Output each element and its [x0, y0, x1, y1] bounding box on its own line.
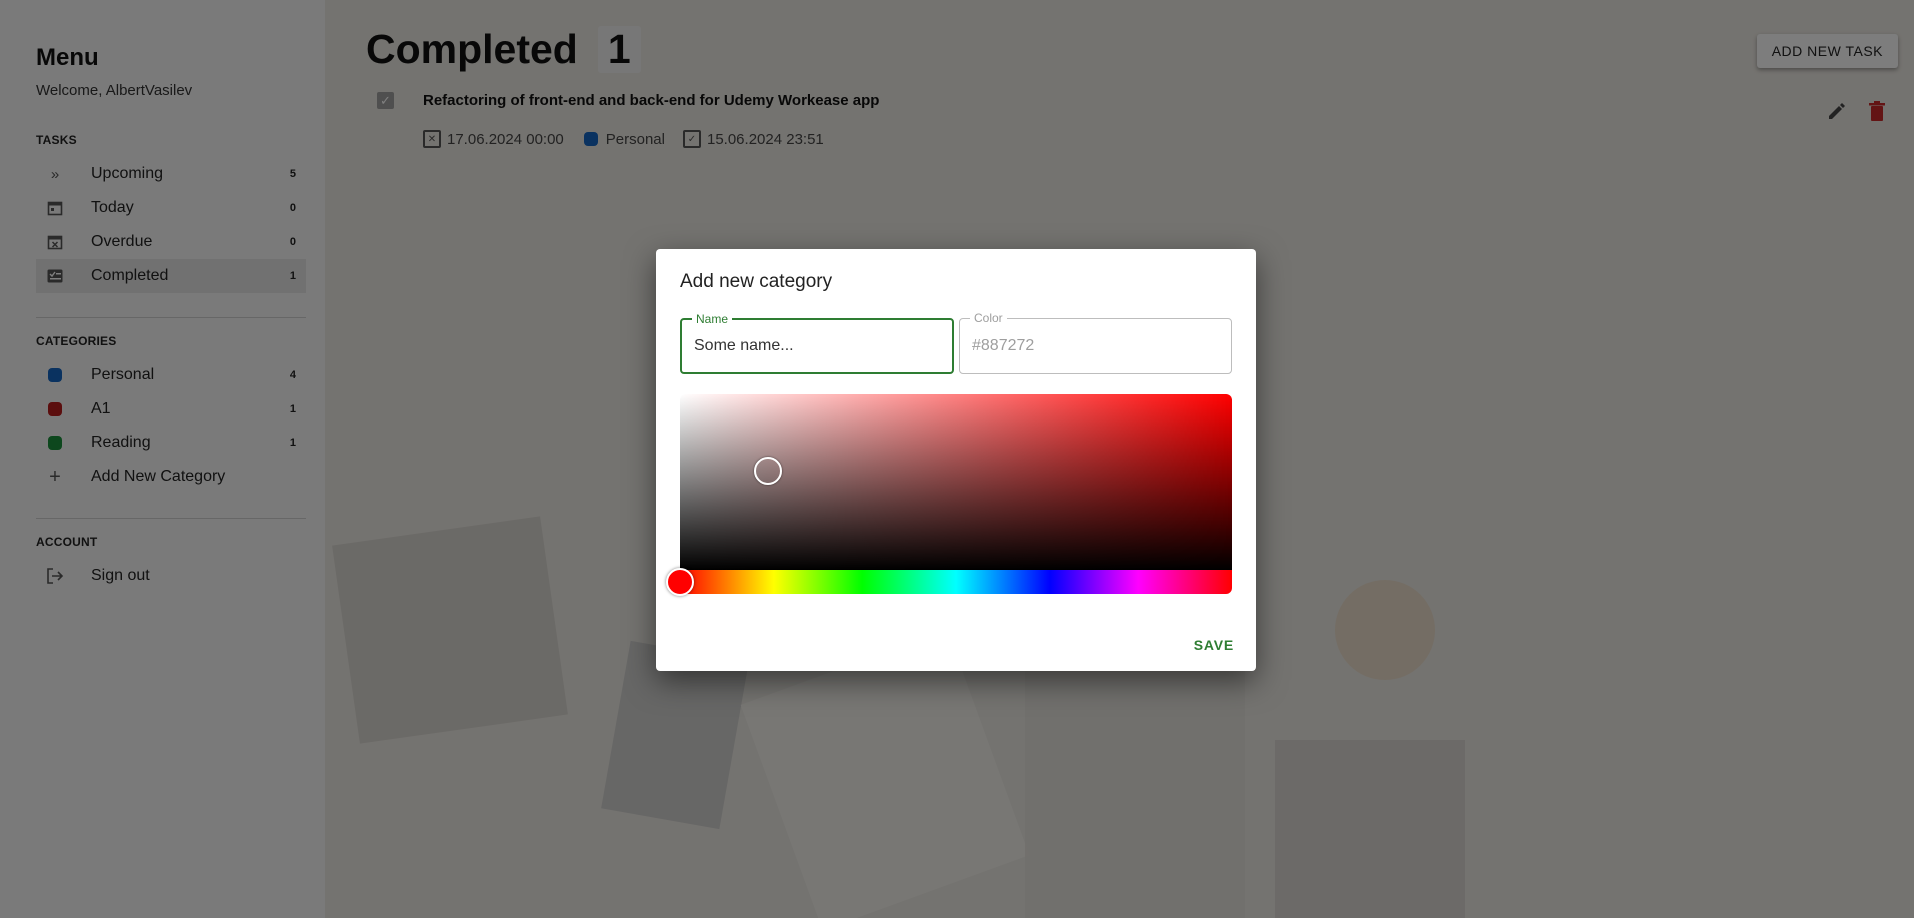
- color-field: Color: [959, 311, 1232, 374]
- name-input[interactable]: [682, 320, 952, 372]
- add-category-dialog: Add new category Name Color SAVE: [656, 249, 1256, 671]
- name-field-label: Name: [692, 312, 733, 326]
- name-field: Name: [680, 312, 954, 374]
- hue-handle[interactable]: [666, 568, 694, 596]
- saturation-picker[interactable]: [680, 394, 1232, 570]
- dialog-title: Add new category: [680, 271, 833, 292]
- hue-slider[interactable]: [666, 568, 1232, 596]
- color-input[interactable]: [960, 319, 1231, 373]
- saturation-handle[interactable]: [754, 457, 782, 485]
- save-button[interactable]: SAVE: [1194, 637, 1234, 653]
- color-field-label: Color: [970, 311, 1007, 325]
